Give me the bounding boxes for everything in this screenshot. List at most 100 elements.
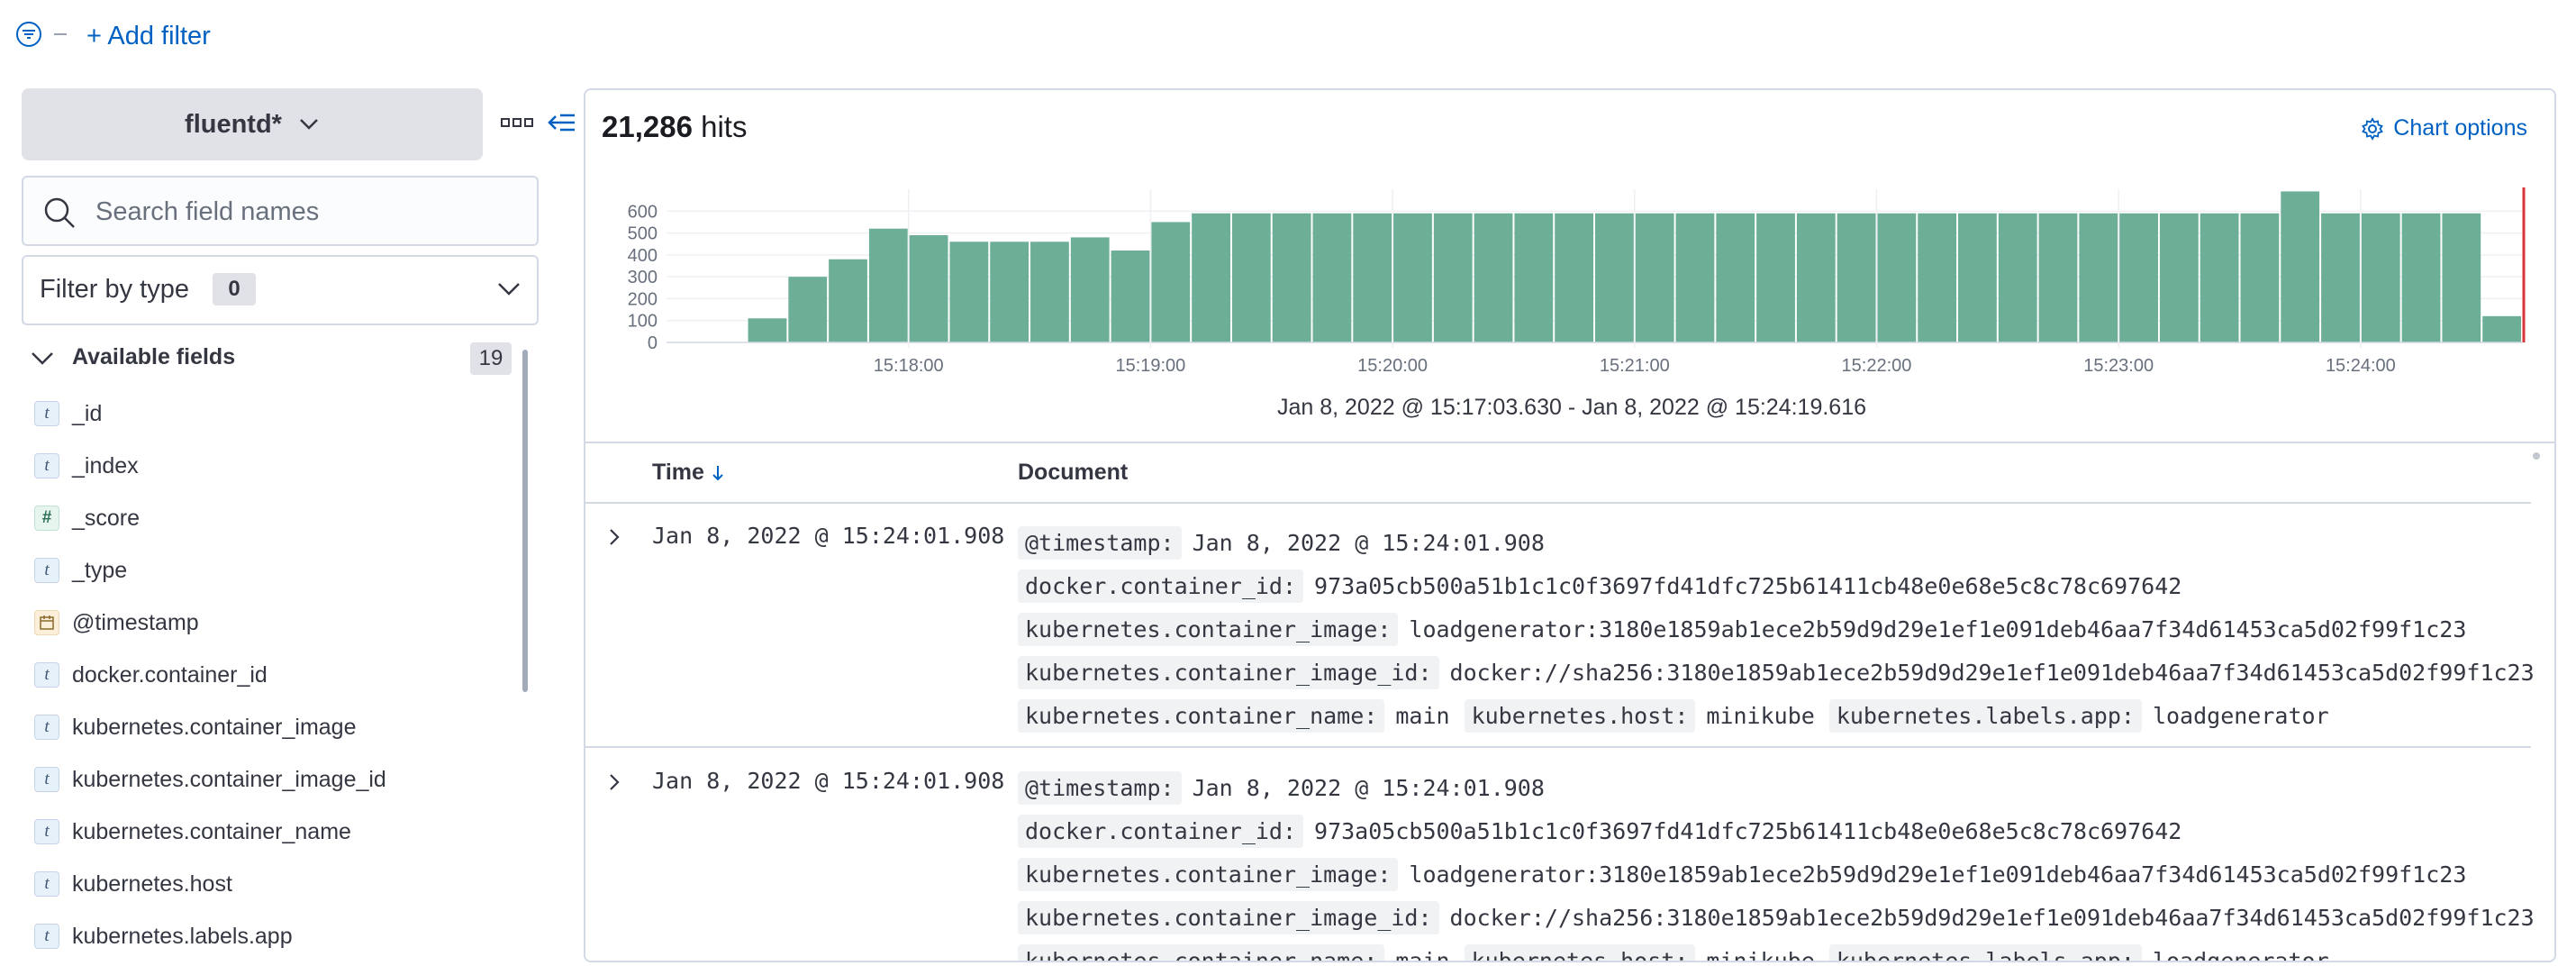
filter-by-type-dropdown[interactable]: Filter by type 0 xyxy=(22,255,539,325)
document-line: @timestamp: Jan 8, 2022 @ 15:24:01.908 xyxy=(1018,521,2549,564)
field-list-item[interactable]: t kubernetes.container_image_id xyxy=(34,753,512,806)
time-header-label: Time xyxy=(652,460,704,485)
sort-descending-icon[interactable] xyxy=(710,463,726,483)
more-options-icon[interactable] xyxy=(501,117,533,128)
histogram-bar[interactable] xyxy=(2281,191,2320,342)
field-list-item[interactable]: # _score xyxy=(34,492,512,544)
histogram-bar[interactable] xyxy=(2321,213,2360,342)
expand-row-icon[interactable] xyxy=(602,524,627,550)
histogram-bar[interactable] xyxy=(1272,213,1311,342)
field-name: _score xyxy=(72,505,141,531)
time-column-header[interactable]: Time xyxy=(652,460,726,486)
x-tick-label: 15:19:00 xyxy=(1115,356,1185,376)
histogram-bar[interactable] xyxy=(1231,213,1271,342)
field-list-item[interactable]: t _index xyxy=(34,440,512,492)
histogram-bar[interactable] xyxy=(2482,315,2521,342)
gear-icon xyxy=(2362,116,2384,141)
histogram-bar[interactable] xyxy=(748,318,787,342)
histogram-bar[interactable] xyxy=(1192,213,1230,342)
histogram-bar[interactable] xyxy=(1796,213,1836,342)
x-tick-label: 15:21:00 xyxy=(1600,356,1670,376)
histogram-bar[interactable] xyxy=(1756,213,1795,342)
histogram-bar[interactable] xyxy=(868,228,908,342)
histogram-bar[interactable] xyxy=(1474,213,1513,342)
field-search-box xyxy=(22,176,539,246)
field-key: kubernetes.container_image_id: xyxy=(1018,655,1439,689)
field-value: 973a05cb500a51b1c1c0f3697fd41dfc725b6141… xyxy=(1314,572,2182,599)
field-list-item[interactable]: t kubernetes.labels.app xyxy=(34,910,512,962)
collapse-sidebar-icon[interactable] xyxy=(548,109,576,136)
field-list-item[interactable]: t kubernetes.container_name xyxy=(34,806,512,858)
y-tick-label: 0 xyxy=(648,333,658,353)
field-value: docker://sha256:3180e1859ab1ece2b59d9d29… xyxy=(1449,904,2535,931)
histogram-bar[interactable] xyxy=(2361,213,2400,342)
field-key: kubernetes.container_image_id: xyxy=(1018,900,1439,934)
field-name: @timestamp xyxy=(72,609,199,635)
histogram-bar[interactable] xyxy=(1595,213,1634,342)
histogram-bar[interactable] xyxy=(1918,213,1957,342)
y-tick-label: 600 xyxy=(628,202,658,222)
y-tick-label: 300 xyxy=(628,268,658,287)
histogram-bar[interactable] xyxy=(2079,213,2118,342)
x-tick-label: 15:18:00 xyxy=(874,356,944,376)
field-list-item[interactable]: t kubernetes.container_image xyxy=(34,701,512,753)
field-list-item[interactable]: @timestamp xyxy=(34,597,512,649)
field-name: docker.container_id xyxy=(72,661,268,688)
histogram-bar[interactable] xyxy=(1353,213,1392,342)
histogram-bar[interactable] xyxy=(788,277,828,342)
histogram-bar[interactable] xyxy=(1635,213,1674,342)
expand-row-icon[interactable] xyxy=(602,770,627,795)
sidebar-scrollbar[interactable] xyxy=(522,350,528,692)
histogram-bar[interactable] xyxy=(2038,213,2078,342)
field-value: loadgenerator:3180e1859ab1ece2b59d9d29e1… xyxy=(1409,615,2467,642)
histogram-bar[interactable] xyxy=(1998,213,2037,342)
field-value: minikube xyxy=(1706,947,1815,962)
field-key: kubernetes.host: xyxy=(1464,943,1696,961)
histogram-bar[interactable] xyxy=(949,242,989,342)
histogram-bar[interactable] xyxy=(1675,213,1715,342)
histogram-bar[interactable] xyxy=(2119,213,2158,342)
field-name: _type xyxy=(72,557,128,583)
histogram-bar[interactable] xyxy=(1111,251,1150,342)
histogram-bar[interactable] xyxy=(1312,213,1352,342)
histogram-bar[interactable] xyxy=(1555,213,1593,342)
histogram-bar[interactable] xyxy=(1151,222,1191,342)
histogram-bar[interactable] xyxy=(2200,213,2239,342)
main-panel: 21,286 hits Chart options 0 100 200 300 400 5… xyxy=(584,88,2556,962)
histogram-bar[interactable] xyxy=(2159,213,2199,342)
histogram-bar[interactable] xyxy=(1958,213,1997,342)
histogram-bar[interactable] xyxy=(2442,213,2481,342)
histogram-bar[interactable] xyxy=(1030,242,1069,342)
field-search-input[interactable] xyxy=(94,190,530,233)
histogram-bar[interactable] xyxy=(990,242,1029,342)
histogram-bar[interactable] xyxy=(2401,213,2441,342)
field-name: kubernetes.container_image xyxy=(72,714,357,740)
field-name: _index xyxy=(72,452,139,478)
histogram-bar[interactable] xyxy=(1514,213,1554,342)
histogram-bar[interactable] xyxy=(1393,213,1432,342)
histogram-bar[interactable] xyxy=(1716,213,1755,342)
filter-count-badge: 0 xyxy=(213,273,256,305)
histogram-bar[interactable] xyxy=(1837,213,1876,342)
divider xyxy=(585,502,2531,504)
histogram-chart[interactable]: 0100 200 300 400500600 15:18:00 15:19:00 15:20… xyxy=(585,180,2556,392)
y-tick-label: 100 xyxy=(628,312,658,332)
add-filter-button[interactable]: + Add filter xyxy=(86,20,211,52)
field-list-item[interactable]: t _id xyxy=(34,387,512,440)
histogram-bar[interactable] xyxy=(829,259,867,342)
index-pattern-selector[interactable]: fluentd* xyxy=(22,88,483,160)
document-line: kubernetes.container_name: main kubernetes… xyxy=(1018,939,2549,962)
histogram-bar[interactable] xyxy=(1070,237,1110,342)
chart-options-button[interactable]: Chart options xyxy=(2361,115,2527,141)
field-list-item[interactable]: t docker.container_id xyxy=(34,649,512,701)
histogram-bar[interactable] xyxy=(1877,213,1917,342)
index-pattern-label: fluentd* xyxy=(185,109,282,139)
available-fields-toggle[interactable]: Available fields 19 xyxy=(31,342,512,378)
histogram-bar[interactable] xyxy=(1433,213,1473,342)
field-key: kubernetes.container_image: xyxy=(1018,612,1399,646)
histogram-bar[interactable] xyxy=(909,235,948,342)
field-list-item[interactable]: t _type xyxy=(34,544,512,597)
histogram-bar[interactable] xyxy=(2240,213,2280,342)
filter-menu-icon[interactable] xyxy=(14,20,43,49)
field-list-item[interactable]: t kubernetes.host xyxy=(34,858,512,910)
